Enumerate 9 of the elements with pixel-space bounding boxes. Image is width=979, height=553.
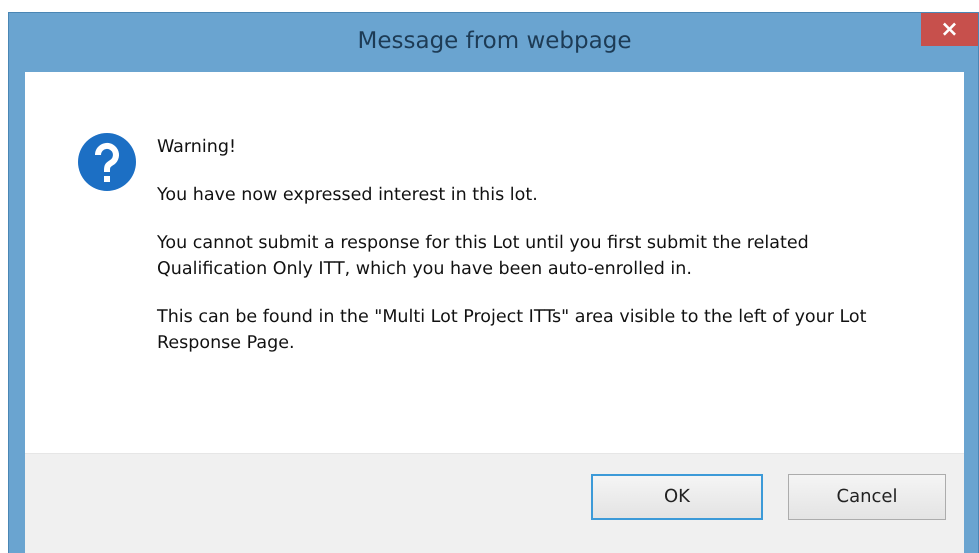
message-text: This can be found in the "Multi Lot Project ITTs" area visible to the left of your Lot Response Page. [157,306,868,355]
message-text: You cannot submit a response for this Lot until you first submit the related Qualification Only ITT, which you have been auto-enrolled in. [157,232,810,281]
question-icon [77,132,137,192]
window-title: Message from webpage [358,28,632,54]
ok-button[interactable]: OK [591,474,763,520]
cancel-button[interactable]: Cancel [788,474,946,520]
close-button[interactable]: × [921,13,978,46]
warning-heading: Warning! [157,136,237,159]
message-text: You have now expressed interest in this lot. [157,184,539,207]
